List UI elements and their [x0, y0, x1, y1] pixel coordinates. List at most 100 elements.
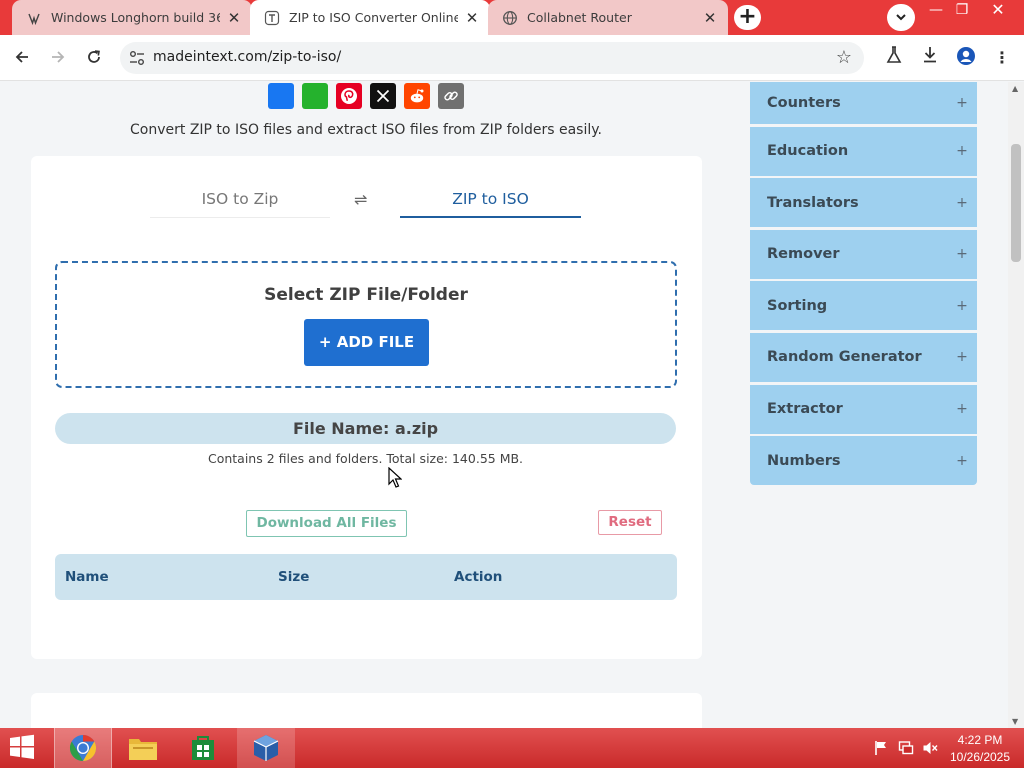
bookmark-star-icon[interactable]: ☆	[836, 47, 852, 68]
sidebar-item-extractor[interactable]: Extractor +	[750, 384, 977, 434]
chrome-icon	[69, 734, 97, 762]
sidebar-item-label: Education	[767, 143, 849, 160]
reddit-icon[interactable]	[404, 83, 430, 109]
browser-tab-collabnet[interactable]: Collabnet Router ✕	[488, 0, 728, 35]
whatsapp-icon[interactable]	[302, 83, 328, 109]
action-center-flag-icon[interactable]	[874, 740, 888, 760]
download-all-button[interactable]: Download All Files	[246, 510, 407, 537]
browser-tab-zip-to-iso[interactable]: ZIP to ISO Converter Online | Co ✕	[250, 0, 490, 35]
sidebar-item-label: Numbers	[767, 452, 841, 469]
sidebar-item-label: Extractor	[767, 401, 843, 418]
window-restore-button[interactable]: ❐	[946, 0, 978, 22]
tab-title: Windows Longhorn build 3683	[51, 10, 220, 25]
site-settings-icon[interactable]	[128, 49, 146, 67]
file-dropzone[interactable]: Select ZIP File/Folder + ADD FILE	[55, 261, 677, 388]
tab-iso-to-zip[interactable]: ISO to Zip	[150, 190, 330, 218]
taskbar-file-explorer[interactable]	[114, 728, 172, 768]
facebook-icon[interactable]	[268, 83, 294, 109]
sidebar-item-numbers[interactable]: Numbers +	[750, 436, 977, 486]
store-icon	[192, 736, 214, 760]
page-scrollbar[interactable]: ▲ ▼	[1008, 82, 1024, 728]
link-chain-icon	[444, 91, 458, 101]
x-icon[interactable]	[370, 83, 396, 109]
sidebar-item-sorting[interactable]: Sorting +	[750, 281, 977, 331]
windows-logo-icon	[10, 734, 34, 759]
tab-close-icon[interactable]: ✕	[702, 9, 718, 27]
column-header-size[interactable]: Size	[278, 569, 309, 585]
swap-arrows-icon: ⇌	[354, 190, 368, 209]
globe-icon	[503, 10, 517, 25]
volume-muted-icon[interactable]	[922, 740, 938, 760]
labs-flask-icon[interactable]	[882, 46, 906, 70]
taskbar-chrome[interactable]	[54, 728, 112, 768]
scrollbar-thumb[interactable]	[1011, 144, 1021, 262]
plus-icon: +	[956, 143, 968, 160]
pinterest-logo-icon	[341, 88, 357, 104]
sidebar-item-education[interactable]: Education +	[750, 126, 977, 176]
reload-icon	[88, 50, 100, 63]
browser-tab-strip: Windows Longhorn build 3683 ✕ ZIP to ISO…	[0, 0, 1024, 35]
file-summary: Contains 2 files and folders. Total size…	[207, 451, 524, 466]
scroll-up-arrow-icon[interactable]: ▲	[1012, 84, 1018, 93]
plus-icon: +	[956, 297, 968, 314]
new-tab-button[interactable]: +	[734, 5, 761, 30]
windows-taskbar: 4:22 PM 10/26/2025	[0, 728, 1024, 768]
browser-toolbar: madeintext.com/zip-to-iso/ ☆ ⋮	[0, 35, 1024, 81]
url-text: madeintext.com/zip-to-iso/	[153, 49, 342, 65]
column-header-action[interactable]: Action	[454, 569, 502, 585]
address-bar[interactable]: madeintext.com/zip-to-iso/ ☆	[120, 42, 864, 74]
taskbar-store[interactable]	[174, 728, 232, 768]
tab-close-icon[interactable]: ✕	[226, 9, 242, 27]
sidebar-item-counters[interactable]: Counters +	[750, 82, 977, 124]
file-table-header: Name Size Action	[55, 554, 677, 600]
plus-icon: +	[956, 452, 968, 469]
start-button[interactable]	[8, 734, 40, 762]
sidebar-item-label: Remover	[767, 246, 840, 263]
tab-close-icon[interactable]: ✕	[464, 9, 480, 27]
add-file-button[interactable]: + ADD FILE	[304, 319, 429, 366]
plus-icon: +	[956, 194, 968, 211]
dropzone-heading: Select ZIP File/Folder	[264, 285, 468, 305]
browser-tab-longhorn[interactable]: Windows Longhorn build 3683 ✕	[12, 0, 252, 35]
kebab-menu-icon[interactable]: ⋮	[990, 46, 1014, 70]
arrow-left-icon	[15, 51, 28, 63]
tab-zip-to-iso[interactable]: ZIP to ISO	[400, 190, 581, 218]
sidebar-item-label: Translators	[767, 194, 859, 211]
download-icon[interactable]	[918, 46, 942, 70]
copy-link-icon[interactable]	[438, 83, 464, 109]
file-name-bar: File Name: a.zip	[55, 413, 676, 444]
profile-avatar-icon[interactable]	[954, 46, 978, 70]
column-header-name[interactable]: Name	[65, 569, 109, 585]
wikipedia-favicon-icon	[28, 13, 40, 25]
plus-icon: +	[956, 95, 968, 111]
plus-icon: +	[956, 401, 968, 418]
sidebar-item-random-generator[interactable]: Random Generator +	[750, 332, 977, 382]
sidebar-item-remover[interactable]: Remover +	[750, 229, 977, 279]
page-viewport: Convert ZIP to ISO files and extract ISO…	[0, 82, 1008, 728]
tab-title: Collabnet Router	[527, 10, 632, 25]
tab-search-button[interactable]	[887, 4, 915, 31]
tab-title: ZIP to ISO Converter Online | Co	[289, 10, 458, 25]
plus-icon: +	[956, 349, 968, 366]
mouse-cursor-icon	[388, 467, 402, 488]
x-logo-icon	[376, 89, 390, 103]
reset-button[interactable]: Reset	[598, 510, 662, 535]
taskbar-virtualbox[interactable]	[237, 728, 295, 768]
reload-button[interactable]	[80, 43, 108, 71]
sidebar-categories: Counters + Education + Translators + Rem…	[750, 82, 977, 488]
sidebar-item-label: Random Generator	[767, 349, 922, 366]
plus-icon: +	[956, 246, 968, 263]
network-icon[interactable]	[898, 740, 914, 760]
taskbar-clock-date[interactable]: 10/26/2025	[944, 750, 1016, 764]
pinterest-icon[interactable]	[336, 83, 362, 109]
file-explorer-icon	[129, 739, 157, 760]
taskbar-clock-time[interactable]: 4:22 PM	[944, 733, 1016, 747]
back-button[interactable]	[8, 43, 36, 71]
scroll-down-arrow-icon[interactable]: ▼	[1012, 717, 1018, 726]
forward-button[interactable]	[44, 43, 72, 71]
arrow-right-icon	[52, 51, 65, 63]
sidebar-item-translators[interactable]: Translators +	[750, 178, 977, 228]
next-content-card	[31, 693, 702, 728]
window-close-button[interactable]: ✕	[982, 0, 1014, 22]
chevron-down-icon	[896, 14, 906, 21]
